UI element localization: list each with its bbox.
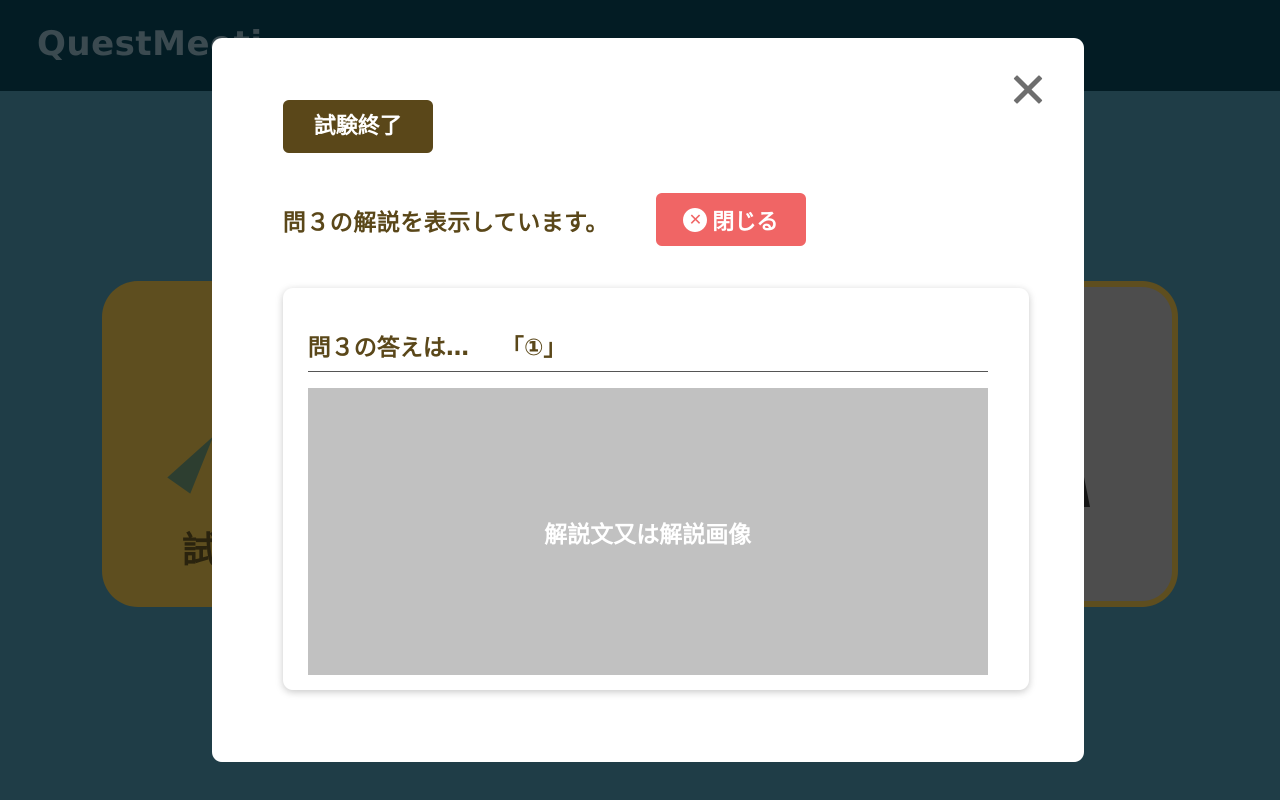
explanation-panel: 問３の答えは… 「①」 解説文又は解説画像 (283, 288, 1029, 690)
close-icon[interactable] (1008, 70, 1048, 110)
exam-finished-badge: 試験終了 (283, 100, 433, 153)
close-explanation-button[interactable]: ✕ 閉じる (656, 193, 806, 246)
explanation-modal: 試験終了 問３の解説を表示しています。 ✕ 閉じる 問３の答えは… 「①」 解説文… (212, 38, 1084, 762)
answer-heading: 問３の答えは… 「①」 (308, 328, 566, 362)
explanation-placeholder-text: 解説文又は解説画像 (544, 521, 752, 548)
close-circle-icon: ✕ (683, 207, 708, 232)
explanation-image-placeholder: 解説文又は解説画像 (308, 388, 988, 675)
answer-divider (308, 371, 988, 372)
answer-prefix: 問３の答えは… (308, 335, 469, 361)
answer-mark: 「①」 (501, 335, 567, 361)
close-button-label: 閉じる (712, 209, 779, 235)
explanation-status-text: 問３の解説を表示しています。 (283, 210, 610, 236)
